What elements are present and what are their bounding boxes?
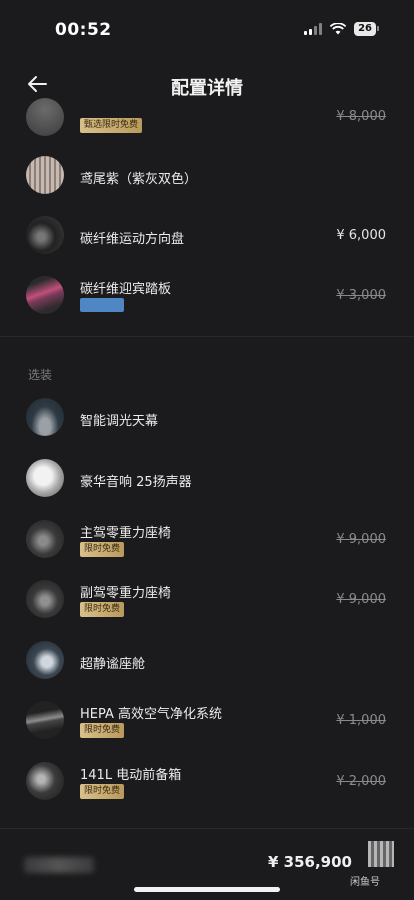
list-item[interactable]: HEPA 高效空气净化系统 限时免费 ¥ 1,000 [0, 701, 414, 741]
item-thumbnail [26, 98, 64, 136]
list-item[interactable]: 鸢尾紫（紫灰双色） [0, 156, 414, 196]
item-name: 鸢尾紫（紫灰双色） [80, 172, 198, 187]
item-price: ¥ 8,000 [336, 109, 386, 124]
item-price: ¥ 3,000 [336, 288, 386, 303]
list-item[interactable]: 141L 电动前备箱 限时免费 ¥ 2,000 [0, 762, 414, 802]
list-item[interactable]: 豪华音响 25扬声器 [0, 459, 414, 499]
item-price: ¥ 6,000 [336, 228, 386, 243]
section-label: 选装 [28, 368, 53, 382]
item-name: 141L 电动前备箱 [80, 768, 182, 783]
item-name: 碳纤维迎宾踏板 [80, 282, 172, 297]
status-icons: 26 [304, 22, 379, 36]
status-bar: 00:52 26 [0, 0, 414, 60]
item-price: ¥ 9,000 [336, 592, 386, 607]
item-thumbnail [26, 762, 64, 800]
promo-tag: 限时免费 [80, 723, 125, 738]
color-swatch [80, 298, 124, 312]
list-item[interactable]: 甄选限时免费 ¥ 8,000 [0, 98, 414, 138]
list-item[interactable]: 智能调光天幕 [0, 398, 414, 438]
item-price: ¥ 2,000 [336, 774, 386, 789]
watermark-text: 闲鱼号 [350, 877, 380, 888]
list-item[interactable]: 碳纤维运动方向盘 ¥ 6,000 [0, 216, 414, 256]
item-price: ¥ 9,000 [336, 532, 386, 547]
item-thumbnail [26, 276, 64, 314]
item-thumbnail [26, 701, 64, 739]
list-item[interactable]: 副驾零重力座椅 限时免费 ¥ 9,000 [0, 580, 414, 620]
promo-tag: 限时免费 [80, 602, 125, 617]
cellular-signal-icon [304, 23, 323, 35]
item-name: 主驾零重力座椅 [80, 526, 172, 541]
promo-tag: 限时免费 [80, 784, 125, 799]
item-thumbnail [26, 641, 64, 679]
item-thumbnail [26, 459, 64, 497]
item-thumbnail [26, 398, 64, 436]
list-item[interactable]: 主驾零重力座椅 限时免费 ¥ 9,000 [0, 520, 414, 560]
list-item[interactable]: 超静谧座舱 [0, 641, 414, 681]
status-time: 00:52 [55, 20, 112, 40]
item-thumbnail [26, 216, 64, 254]
item-price: ¥ 1,000 [336, 713, 386, 728]
item-name: 超静谧座舱 [80, 657, 146, 672]
total-price: ¥ 356,900 [268, 853, 352, 871]
watermark-qr-icon [368, 841, 394, 867]
home-indicator[interactable] [134, 887, 280, 892]
item-name: 副驾零重力座椅 [80, 586, 172, 601]
section-divider [0, 336, 414, 337]
item-thumbnail [26, 580, 64, 618]
blurred-label [24, 857, 94, 873]
item-name: 豪华音响 25扬声器 [80, 475, 192, 490]
item-thumbnail [26, 520, 64, 558]
promo-tag: 限时免费 [80, 542, 125, 557]
item-thumbnail [26, 156, 64, 194]
battery-icon: 26 [354, 22, 379, 36]
list-item[interactable]: 碳纤维迎宾踏板 ¥ 3,000 [0, 276, 414, 316]
item-name: 碳纤维运动方向盘 [80, 232, 185, 247]
item-name: 智能调光天幕 [80, 414, 159, 429]
item-name: HEPA 高效空气净化系统 [80, 707, 223, 722]
promo-tag: 甄选限时免费 [80, 118, 143, 133]
page-title: 配置详情 [171, 78, 243, 99]
wifi-icon [330, 23, 347, 35]
